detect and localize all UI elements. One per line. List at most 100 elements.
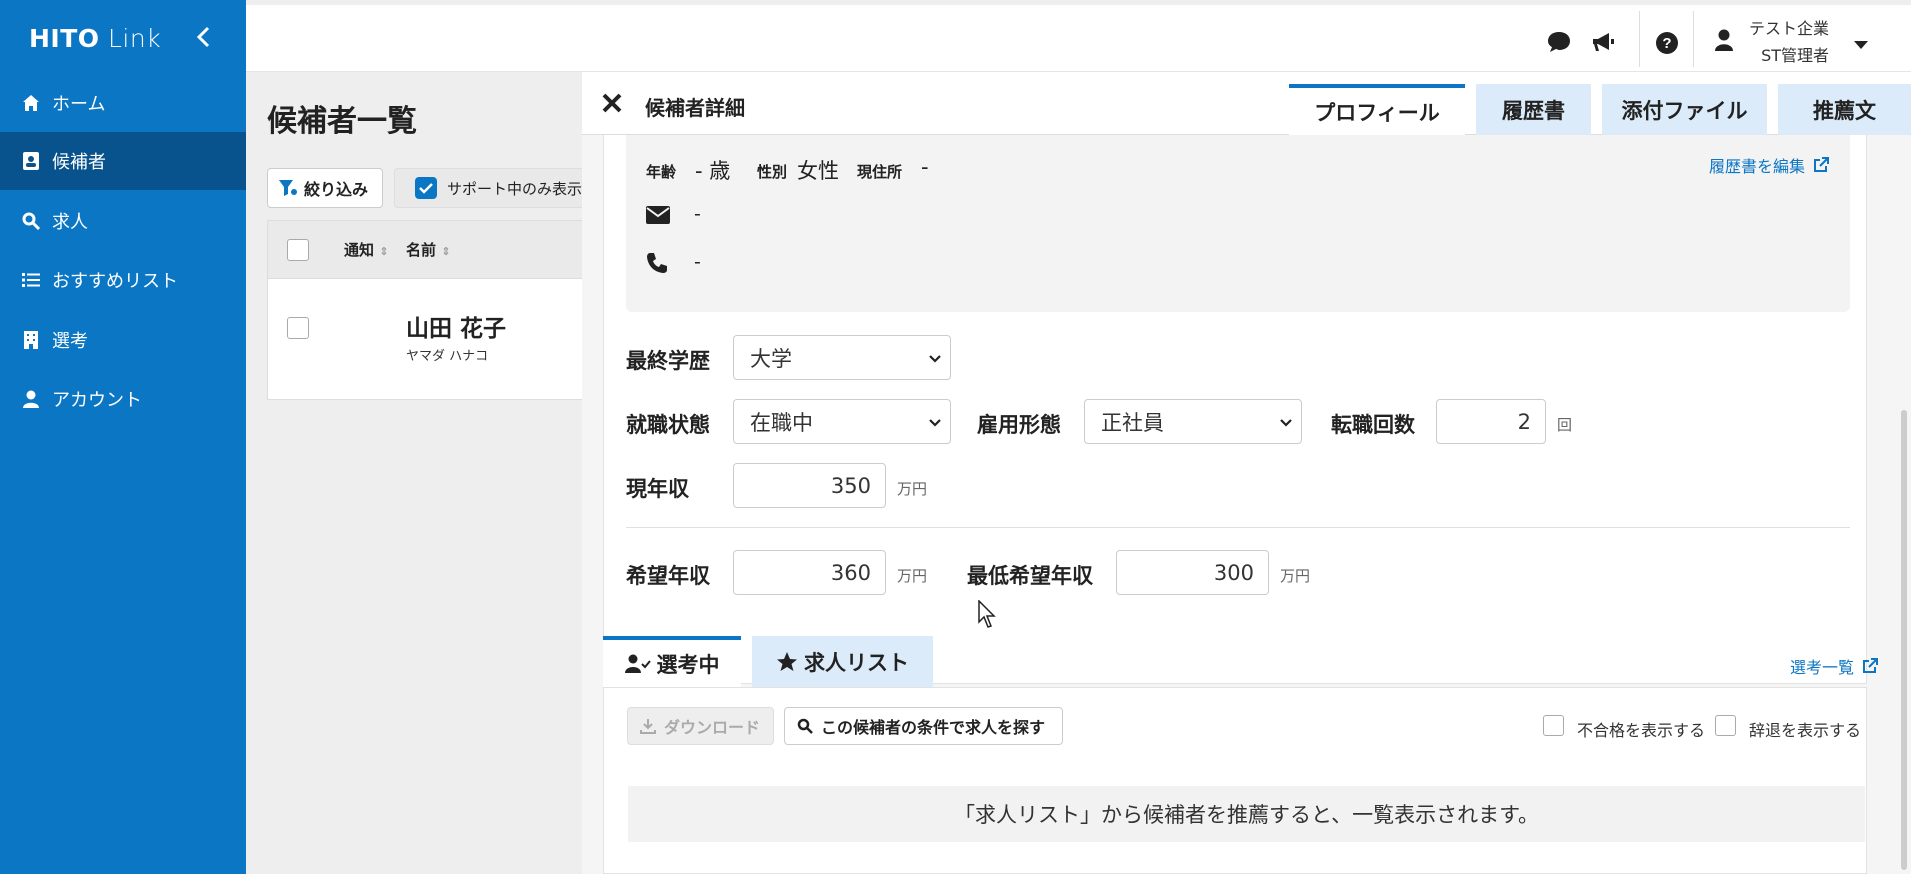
current-income-label: 現年収	[626, 477, 689, 501]
chevron-down-icon	[1279, 413, 1293, 437]
user-avatar-icon[interactable]	[1715, 29, 1733, 55]
tab-recommendation[interactable]: 推薦文	[1778, 84, 1911, 135]
table-header: 通知 ⇕ 名前 ⇕	[268, 221, 586, 279]
selection-list-label: 選考一覧	[1790, 658, 1855, 677]
employment-type-select[interactable]: 正社員	[1084, 399, 1302, 444]
tab-attachments-label: 添付ファイル	[1621, 98, 1748, 123]
address-label: 現住所	[857, 163, 903, 181]
nav-account-label: アカウント	[52, 390, 142, 411]
id-card-icon	[22, 152, 40, 170]
basic-info-box: 年齢 - 歳 性別 女性 現住所 - - - 履歴書を編集	[626, 135, 1850, 312]
empty-message: 「求人リスト」から候補者を推薦すると、一覧表示されます。	[628, 786, 1865, 842]
nav-jobs[interactable]: 求人	[0, 192, 246, 250]
desired-income-unit: 万円	[897, 567, 928, 585]
selection-list-link[interactable]: 選考一覧	[1790, 654, 1879, 678]
employment-status-value: 在職中	[750, 410, 813, 435]
phone-icon	[646, 252, 668, 278]
col-name[interactable]: 名前 ⇕	[406, 239, 450, 260]
selection-card: ダウンロード この候補者の条件で求人を探す 不合格を表示する 辞退を表示する 「…	[603, 687, 1867, 874]
nav-recommend-list-label: おすすめリスト	[52, 271, 178, 292]
nav-recommend-list[interactable]: おすすめリスト	[0, 251, 246, 309]
svg-text:?: ?	[1662, 35, 1671, 52]
nav-candidates[interactable]: 候補者	[0, 132, 246, 190]
tab-attachments[interactable]: 添付ファイル	[1602, 84, 1767, 135]
divider	[1693, 11, 1694, 67]
help-icon[interactable]: ?	[1655, 31, 1679, 59]
education-select[interactable]: 大学	[733, 335, 951, 380]
age-label: 年齢	[646, 163, 677, 181]
nav-selection-label: 選考	[52, 331, 88, 352]
employment-type-value: 正社員	[1101, 410, 1164, 435]
current-income-unit: 万円	[897, 480, 928, 498]
page-title: 候補者一覧	[267, 104, 417, 139]
tab-job-list[interactable]: 求人リスト	[752, 636, 933, 688]
search-icon	[797, 718, 813, 734]
gender-label: 性別	[757, 163, 788, 181]
candidate-kana: ヤマダ ハナコ	[406, 349, 489, 364]
tab-in-selection[interactable]: 選考中	[603, 636, 741, 688]
min-income-label: 最低希望年収	[967, 564, 1093, 588]
current-income-input[interactable]: 350	[733, 463, 886, 508]
chat-icon[interactable]	[1547, 31, 1571, 57]
download-icon	[640, 719, 656, 734]
search-jobs-label: この候補者の条件で求人を探す	[821, 718, 1046, 737]
candidate-name[interactable]: 山田 花子	[406, 309, 506, 343]
col-name-label: 名前	[406, 241, 437, 259]
show-declined-checkbox[interactable]	[1715, 715, 1736, 736]
nav-account[interactable]: アカウント	[0, 370, 246, 428]
empty-message-text: 「求人リスト」から候補者を推薦すると、一覧表示されます。	[953, 803, 1540, 827]
external-link-icon	[1863, 658, 1879, 673]
nav-selection[interactable]: 選考	[0, 311, 246, 369]
chevron-down-icon	[928, 413, 942, 437]
filter-label: 絞り込み	[304, 180, 369, 199]
support-only-toggle[interactable]: サポート中のみ表示	[394, 168, 594, 208]
user-info[interactable]: テスト企業 ST管理者	[1745, 15, 1829, 69]
tab-resume[interactable]: 履歴書	[1476, 84, 1591, 135]
nav-candidates-label: 候補者	[52, 152, 106, 173]
tab-resume-label: 履歴書	[1502, 98, 1565, 123]
desired-income-label: 希望年収	[626, 564, 710, 588]
select-all-checkbox[interactable]	[287, 239, 309, 261]
download-button[interactable]: ダウンロード	[627, 707, 774, 745]
list-icon	[22, 271, 40, 289]
mouse-cursor-icon	[978, 600, 996, 628]
candidate-detail-panel: 候補者詳細 プロフィール 履歴書 添付ファイル 推薦文 年齢 - 歳 性別 女性…	[582, 72, 1911, 874]
user-icon	[22, 390, 40, 408]
brand-main: HITO	[29, 24, 100, 53]
age-value: - 歳	[695, 159, 731, 183]
home-icon	[22, 94, 40, 112]
edit-resume-label: 履歴書を編集	[1709, 157, 1806, 176]
row-checkbox[interactable]	[287, 317, 309, 339]
col-notice[interactable]: 通知 ⇕	[344, 239, 388, 260]
desired-income-input[interactable]: 360	[733, 550, 886, 595]
filter-button[interactable]: 絞り込み	[267, 168, 383, 208]
gender-value: 女性	[797, 159, 839, 183]
current-income-value: 350	[830, 473, 871, 498]
tab-recommendation-label: 推薦文	[1813, 98, 1876, 123]
filter-icon	[279, 180, 297, 196]
scrollbar[interactable]	[1901, 410, 1907, 870]
min-income-input[interactable]: 300	[1116, 550, 1269, 595]
user-role: ST管理者	[1761, 46, 1829, 65]
external-link-icon	[1814, 157, 1830, 172]
top-bar: ? テスト企業 ST管理者	[246, 5, 1911, 72]
nav-home[interactable]: ホーム	[0, 74, 246, 132]
search-jobs-button[interactable]: この候補者の条件で求人を探す	[784, 707, 1063, 745]
employment-status-label: 就職状態	[626, 413, 710, 437]
table-row[interactable]: 山田 花子 ヤマダ ハナコ	[268, 279, 586, 399]
education-label: 最終学歴	[626, 349, 710, 373]
caret-down-icon[interactable]	[1853, 35, 1869, 54]
panel-title: 候補者詳細	[645, 96, 745, 120]
employment-status-select[interactable]: 在職中	[733, 399, 951, 444]
nav-home-label: ホーム	[52, 94, 106, 115]
show-rejected-checkbox[interactable]	[1543, 715, 1564, 736]
email-value: -	[694, 203, 701, 225]
tab-profile[interactable]: プロフィール	[1289, 84, 1465, 135]
edit-resume-link[interactable]: 履歴書を編集	[1709, 153, 1830, 177]
collapse-sidebar-button[interactable]	[196, 26, 212, 52]
megaphone-icon[interactable]	[1591, 31, 1615, 57]
job-changes-input[interactable]: 2	[1436, 399, 1546, 444]
show-declined-label: 辞退を表示する	[1749, 721, 1862, 740]
close-icon[interactable]	[601, 92, 623, 118]
building-icon	[22, 331, 40, 349]
